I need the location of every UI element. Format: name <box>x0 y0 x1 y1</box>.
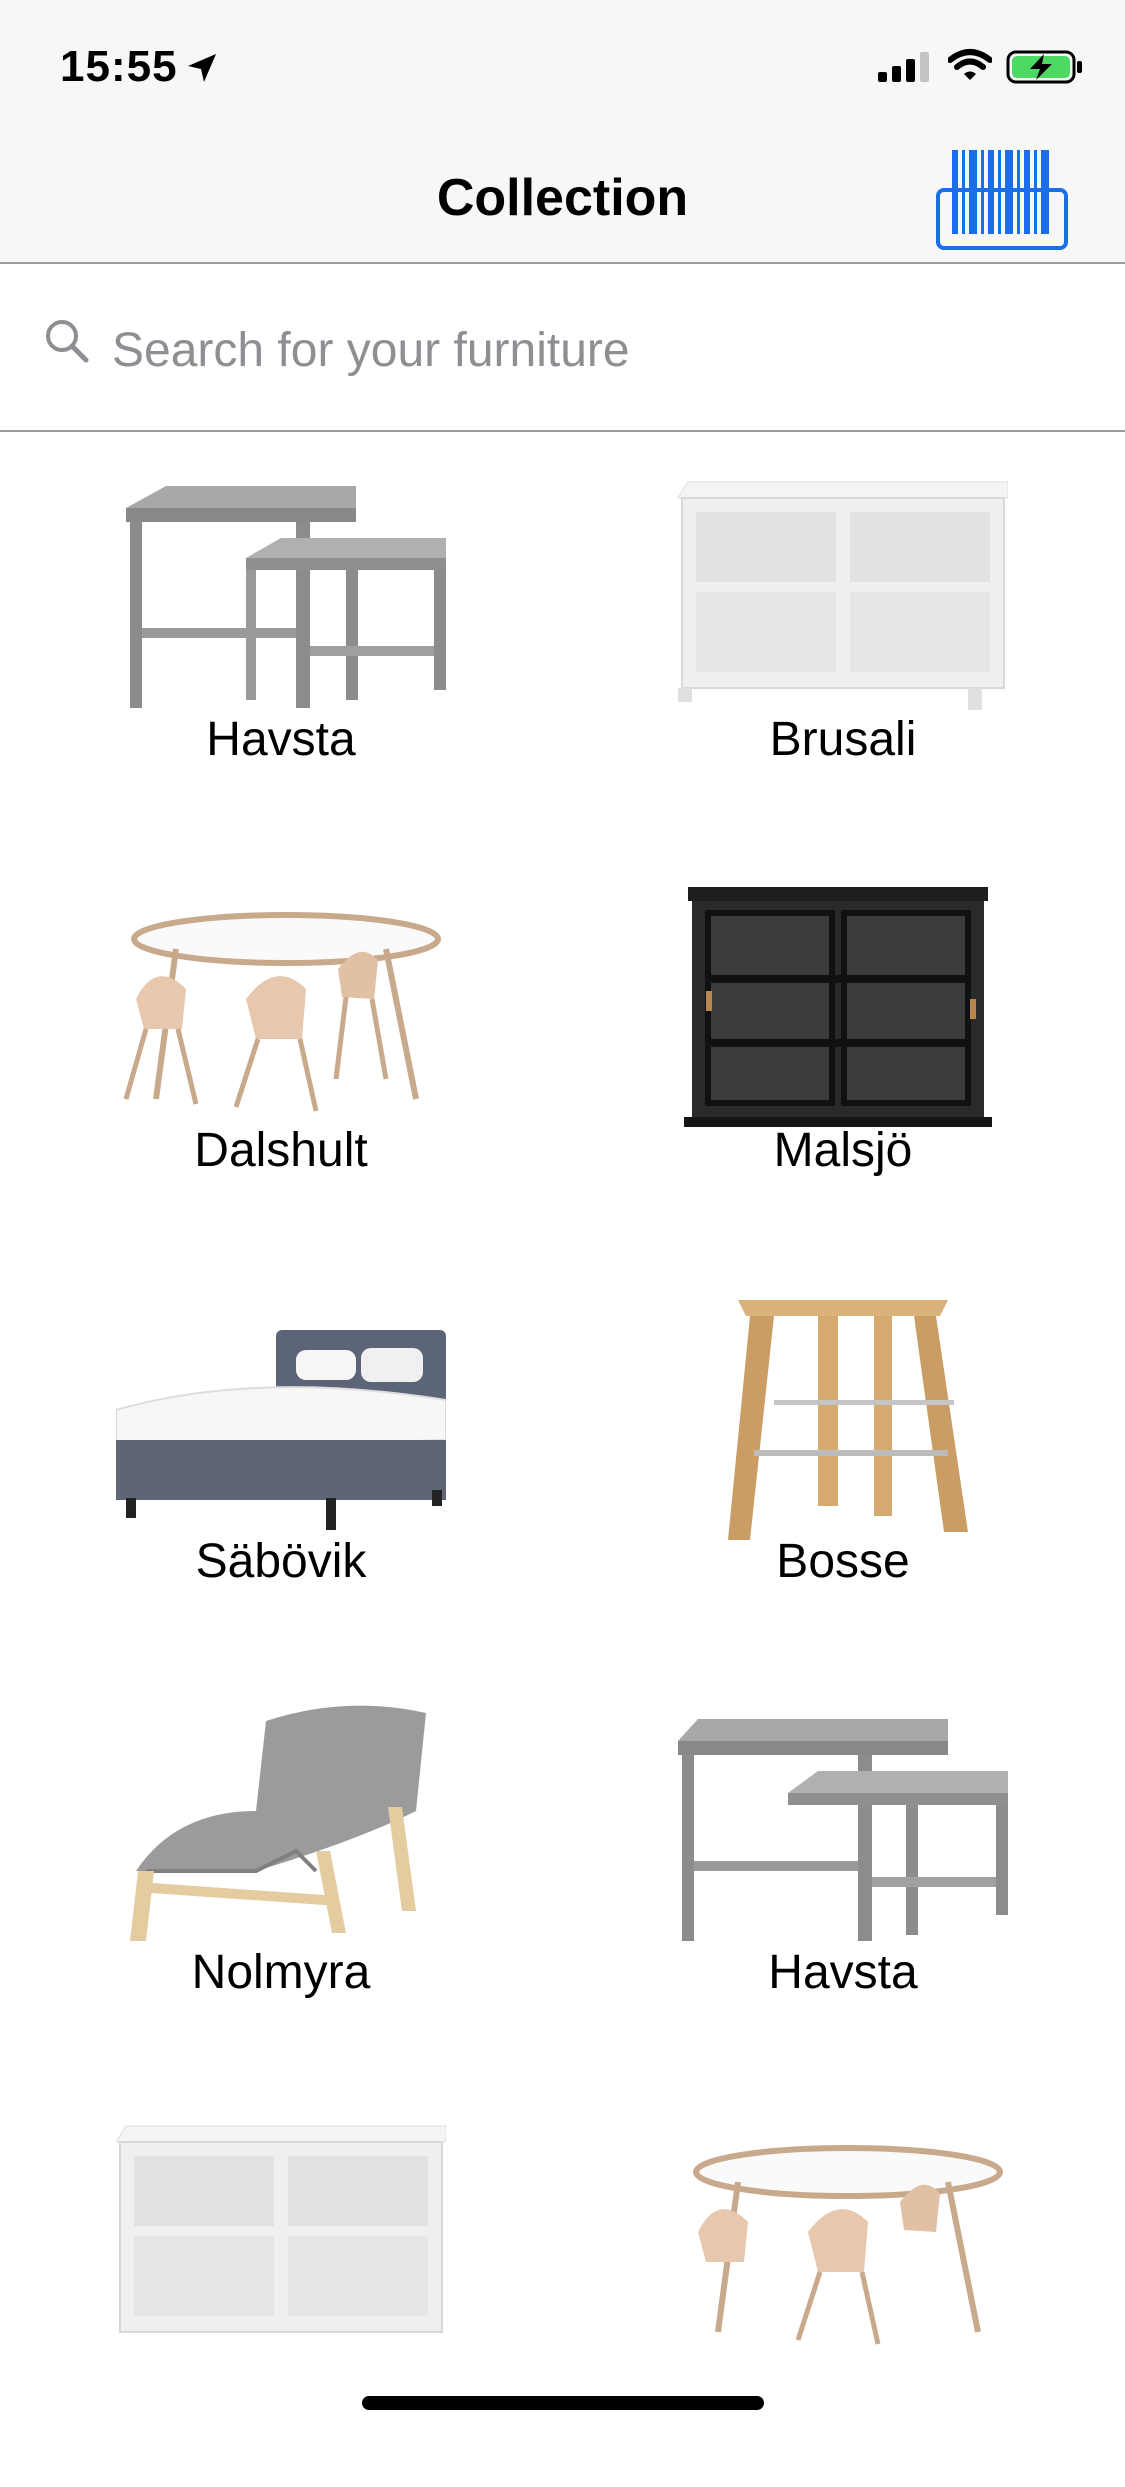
navigation-bar: Collection <box>0 132 1125 264</box>
product-image-nesting-tables <box>126 486 446 708</box>
product-image-dining-set <box>693 2145 1003 2345</box>
product-name: Havsta <box>768 1946 918 1999</box>
product-card[interactable]: Nolmyra <box>0 1665 562 2076</box>
product-card[interactable] <box>0 2076 562 2487</box>
product-card[interactable]: Dalshult <box>0 843 562 1254</box>
search-input[interactable] <box>110 314 1074 386</box>
product-card[interactable]: Havsta <box>562 1665 1124 2076</box>
barcode-scan-button[interactable] <box>934 146 1070 252</box>
product-image-dining-set <box>123 912 441 1112</box>
search-icon <box>44 318 90 369</box>
product-name: Malsjö <box>773 1124 913 1177</box>
battery-charging-icon <box>1006 50 1084 89</box>
product-name: Brusali <box>769 713 917 766</box>
product-card[interactable]: Malsjö <box>562 843 1124 1254</box>
product-name: Bosse <box>776 1535 910 1588</box>
product-grid: Havsta Brusali Dalshult Malsjö Säbövik B… <box>0 432 1125 2436</box>
product-image-bar-stool <box>728 1300 968 1540</box>
product-card[interactable]: Säbövik <box>0 1254 562 1665</box>
status-bar: 15:55 <box>0 0 1125 132</box>
product-name: Nolmyra <box>191 1946 371 1999</box>
product-card[interactable] <box>562 2076 1124 2487</box>
barcode-icon <box>936 150 1068 250</box>
product-image-nesting-tables <box>678 1719 1008 1941</box>
product-name: Dalshult <box>194 1124 368 1177</box>
product-image-glass-cabinet <box>684 887 992 1127</box>
status-time: 15:55 <box>60 42 178 91</box>
product-name: Havsta <box>206 713 356 766</box>
cellular-signal-icon <box>878 52 934 87</box>
product-image-tv-bench <box>678 481 1008 710</box>
home-indicator[interactable] <box>362 2396 764 2410</box>
product-image-tv-bench <box>116 2125 446 2333</box>
location-arrow-icon <box>186 52 218 89</box>
product-card[interactable]: Havsta <box>0 432 562 843</box>
product-card[interactable]: Bosse <box>562 1254 1124 1665</box>
product-card[interactable]: Brusali <box>562 432 1124 843</box>
product-name: Säbövik <box>195 1535 367 1588</box>
product-image-bed <box>116 1330 446 1530</box>
search-bar <box>0 264 1125 432</box>
product-image-easy-chair <box>130 1705 426 1941</box>
wifi-icon <box>947 48 993 87</box>
